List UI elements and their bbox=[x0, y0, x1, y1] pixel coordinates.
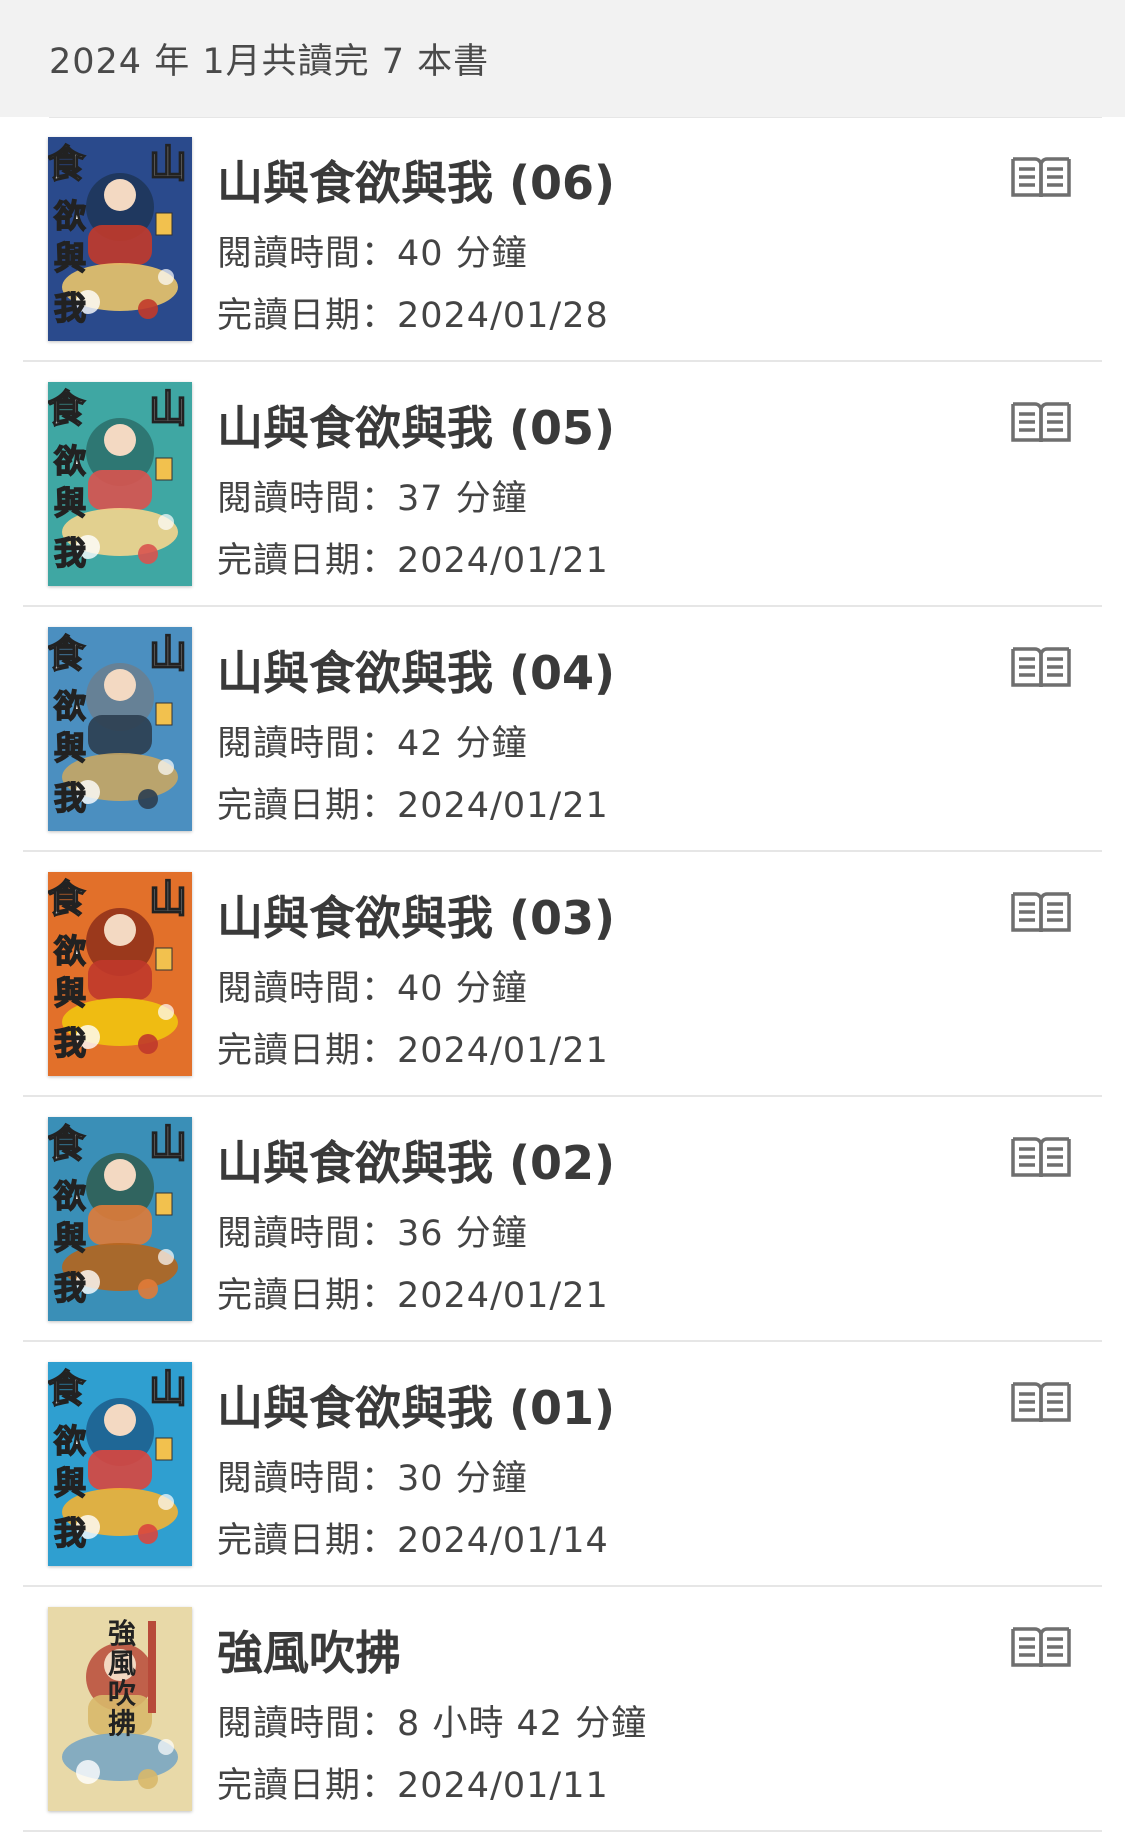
svg-text:欲: 欲 bbox=[53, 442, 86, 480]
book-title: 山與食欲與我 (02) bbox=[217, 1136, 616, 1190]
svg-text:欲: 欲 bbox=[53, 197, 86, 235]
book-row[interactable]: 食欲與我 山 山與食欲與我 (02) 閱讀時間：36 分鐘 完讀日期：2024/0… bbox=[0, 1097, 1125, 1342]
finished-date: 完讀日期：2024/01/28 bbox=[217, 296, 609, 336]
svg-text:與: 與 bbox=[54, 239, 86, 277]
svg-text:山: 山 bbox=[149, 876, 187, 921]
book-row[interactable]: 強風吹拂 強風吹拂 閱讀時間：8 小時 42 分鐘 完讀日期：2024/01/1… bbox=[0, 1587, 1125, 1832]
svg-text:吹: 吹 bbox=[108, 1677, 136, 1710]
svg-text:食: 食 bbox=[48, 141, 86, 186]
open-book-icon[interactable] bbox=[1009, 155, 1073, 201]
open-book-icon[interactable] bbox=[1009, 1625, 1073, 1671]
open-book-icon[interactable] bbox=[1009, 890, 1073, 936]
reading-time: 閱讀時間：42 分鐘 bbox=[217, 724, 528, 764]
svg-text:我: 我 bbox=[54, 1514, 86, 1552]
cover-artwork: 食欲與我 山 bbox=[48, 1117, 192, 1321]
svg-text:與: 與 bbox=[54, 1464, 86, 1502]
book-cover[interactable]: 食欲與我 山 bbox=[48, 1362, 192, 1566]
svg-text:欲: 欲 bbox=[53, 932, 86, 970]
svg-text:欲: 欲 bbox=[53, 687, 86, 725]
open-book-icon[interactable] bbox=[1009, 645, 1073, 691]
finished-date: 完讀日期：2024/01/21 bbox=[217, 1031, 609, 1071]
svg-text:與: 與 bbox=[54, 729, 86, 767]
book-row[interactable]: 食欲與我 山 山與食欲與我 (03) 閱讀時間：40 分鐘 完讀日期：2024/0… bbox=[0, 852, 1125, 1097]
book-title: 山與食欲與我 (03) bbox=[217, 891, 616, 945]
summary-title: 2024 年 1月共讀完 7 本書 bbox=[49, 42, 490, 82]
book-cover[interactable]: 食欲與我 山 bbox=[48, 137, 192, 341]
svg-text:食: 食 bbox=[48, 1121, 86, 1166]
open-book-icon[interactable] bbox=[1009, 1380, 1073, 1426]
svg-text:山: 山 bbox=[149, 631, 187, 676]
summary-header: 2024 年 1月共讀完 7 本書 bbox=[0, 0, 1125, 117]
book-row[interactable]: 食欲與我 山 山與食欲與我 (01) 閱讀時間：30 分鐘 完讀日期：2024/0… bbox=[0, 1342, 1125, 1587]
book-cover[interactable]: 強風吹拂 bbox=[48, 1607, 192, 1811]
svg-text:與: 與 bbox=[54, 974, 86, 1012]
svg-text:山: 山 bbox=[149, 386, 187, 431]
cover-artwork: 食欲與我 山 bbox=[48, 382, 192, 586]
cover-artwork: 食欲與我 山 bbox=[48, 872, 192, 1076]
book-title: 山與食欲與我 (06) bbox=[217, 156, 616, 210]
svg-text:我: 我 bbox=[54, 534, 86, 572]
book-cover[interactable]: 食欲與我 山 bbox=[48, 1117, 192, 1321]
open-book-icon[interactable] bbox=[1009, 400, 1073, 446]
svg-text:山: 山 bbox=[149, 1366, 187, 1411]
book-title: 山與食欲與我 (04) bbox=[217, 646, 616, 700]
svg-text:山: 山 bbox=[149, 141, 187, 186]
open-book-icon[interactable] bbox=[1009, 1135, 1073, 1181]
finished-date: 完讀日期：2024/01/21 bbox=[217, 541, 609, 581]
svg-text:我: 我 bbox=[54, 1269, 86, 1307]
svg-text:食: 食 bbox=[48, 1366, 86, 1411]
svg-text:山: 山 bbox=[149, 1121, 187, 1166]
svg-text:食: 食 bbox=[48, 386, 86, 431]
book-row[interactable]: 食欲與我 山 山與食欲與我 (06) 閱讀時間：40 分鐘 完讀日期：2024/0… bbox=[0, 117, 1125, 362]
finished-date: 完讀日期：2024/01/21 bbox=[217, 786, 609, 826]
svg-text:風: 風 bbox=[108, 1647, 136, 1680]
divider bbox=[23, 1830, 1102, 1832]
svg-text:食: 食 bbox=[48, 876, 86, 921]
svg-text:我: 我 bbox=[54, 289, 86, 327]
cover-artwork: 食欲與我 山 bbox=[48, 137, 192, 341]
reading-time: 閱讀時間：36 分鐘 bbox=[217, 1214, 528, 1254]
svg-text:欲: 欲 bbox=[53, 1177, 86, 1215]
reading-time: 閱讀時間：40 分鐘 bbox=[217, 234, 528, 274]
book-cover[interactable]: 食欲與我 山 bbox=[48, 627, 192, 831]
book-cover[interactable]: 食欲與我 山 bbox=[48, 382, 192, 586]
cover-artwork: 食欲與我 山 bbox=[48, 1362, 192, 1566]
book-row[interactable]: 食欲與我 山 山與食欲與我 (04) 閱讀時間：42 分鐘 完讀日期：2024/0… bbox=[0, 607, 1125, 852]
cover-artwork: 食欲與我 山 bbox=[48, 627, 192, 831]
book-cover[interactable]: 食欲與我 山 bbox=[48, 872, 192, 1076]
book-title: 山與食欲與我 (05) bbox=[217, 401, 616, 455]
svg-text:我: 我 bbox=[54, 1024, 86, 1062]
divider bbox=[49, 117, 1102, 118]
cover-artwork: 強風吹拂 bbox=[48, 1607, 192, 1811]
book-row[interactable]: 食欲與我 山 山與食欲與我 (05) 閱讀時間：37 分鐘 完讀日期：2024/0… bbox=[0, 362, 1125, 607]
finished-books-list: 食欲與我山 山與食欲與我 (06) 閱讀時間：40 分鐘 完讀日期：2024/0… bbox=[0, 117, 1125, 1832]
finished-date: 完讀日期：2024/01/11 bbox=[217, 1766, 609, 1806]
book-title: 強風吹拂 bbox=[217, 1626, 401, 1680]
svg-text:欲: 欲 bbox=[53, 1422, 86, 1460]
reading-time: 閱讀時間：40 分鐘 bbox=[217, 969, 528, 1009]
svg-text:食: 食 bbox=[48, 631, 86, 676]
svg-text:拂: 拂 bbox=[108, 1707, 136, 1740]
reading-time: 閱讀時間：30 分鐘 bbox=[217, 1459, 528, 1499]
book-title: 山與食欲與我 (01) bbox=[217, 1381, 616, 1435]
reading-time: 閱讀時間：37 分鐘 bbox=[217, 479, 528, 519]
finished-date: 完讀日期：2024/01/14 bbox=[217, 1521, 609, 1561]
svg-text:我: 我 bbox=[54, 779, 86, 817]
svg-text:強: 強 bbox=[108, 1617, 136, 1650]
svg-text:與: 與 bbox=[54, 484, 86, 522]
finished-date: 完讀日期：2024/01/21 bbox=[217, 1276, 609, 1316]
svg-text:與: 與 bbox=[54, 1219, 86, 1257]
reading-time: 閱讀時間：8 小時 42 分鐘 bbox=[217, 1704, 648, 1744]
